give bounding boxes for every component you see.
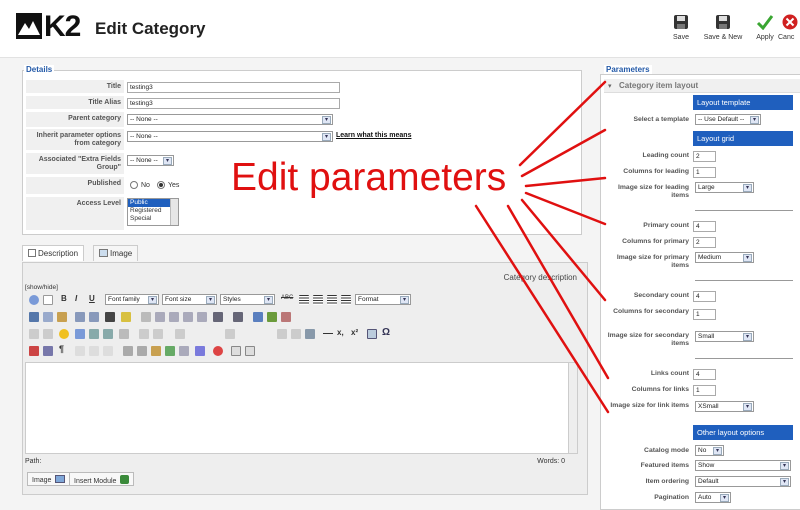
annotation-arrows	[474, 80, 610, 414]
annotation-line	[524, 176, 607, 188]
annotation-text: Edit parameters	[231, 156, 507, 199]
annotation-line	[506, 204, 610, 380]
annotation-line	[520, 128, 607, 178]
annotation-line	[474, 204, 610, 414]
